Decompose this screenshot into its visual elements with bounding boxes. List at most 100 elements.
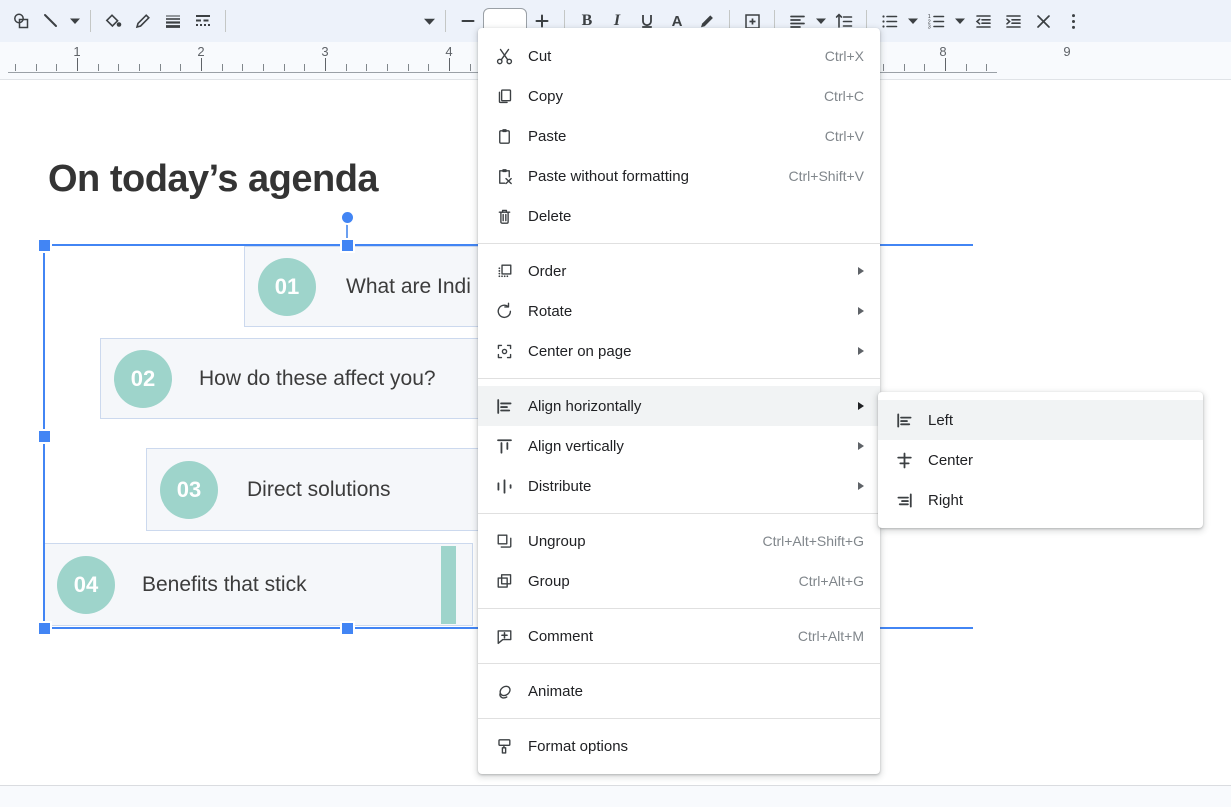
agenda-item-label: What are Indi [346,274,471,298]
align-vertically-icon [492,434,516,458]
menu-item-label: Paste [528,127,567,145]
clear-formatting-icon[interactable] [1028,6,1058,36]
ruler-tick [387,64,388,71]
line-dropdown-caret-icon[interactable] [66,6,83,36]
selection-handle-middle-left[interactable] [37,429,52,444]
menu-item-align-horizontally[interactable]: Align horizontally [478,386,880,426]
context-menu[interactable]: Cut Ctrl+X Copy Ctrl+C Paste Ctrl+V Paste with… [478,28,880,774]
menu-item-cut[interactable]: Cut Ctrl+X [478,36,880,76]
menu-item-label: Order [528,262,567,280]
ruler-tick [304,64,305,71]
copy-icon [492,84,516,108]
submenu-item-label: Left [928,411,954,429]
menu-item-order[interactable]: Order [478,251,880,291]
delete-icon [492,204,516,228]
increase-indent-icon[interactable] [998,6,1028,36]
agenda-accent-bar [441,546,456,624]
agenda-number-label: 01 [274,273,300,299]
menu-item-distribute[interactable]: Distribute [478,466,880,506]
ruler-tick [222,64,223,71]
ruler-tick [986,64,987,71]
menu-item-format-options[interactable]: Format options [478,726,880,766]
align-center-icon [892,448,916,472]
ruler-tick [201,58,202,71]
menu-item-delete[interactable]: Delete [478,196,880,236]
page-title[interactable]: On today’s agenda [48,158,379,201]
rotation-handle[interactable] [340,210,355,225]
agenda-item-label: How do these affect you? [199,366,436,390]
menu-item-label: Ungroup [528,532,586,550]
ruler-tick [470,64,471,71]
menu-item-comment[interactable]: Comment Ctrl+Alt+M [478,616,880,656]
menu-separator [478,663,880,664]
menu-item-copy[interactable]: Copy Ctrl+C [478,76,880,116]
menu-item-align-vertically[interactable]: Align vertically [478,426,880,466]
animate-icon [492,679,516,703]
menu-item-group[interactable]: Group Ctrl+Alt+G [478,561,880,601]
menu-item-center-on-page[interactable]: Center on page [478,331,880,371]
paste-without-formatting-icon [492,164,516,188]
selection-handle-bottom-center[interactable] [340,621,355,636]
submenu-arrow-icon [858,347,864,355]
menu-separator [478,608,880,609]
selection-handle-bottom-left[interactable] [37,621,52,636]
ruler-tick [36,64,37,71]
numbered-list-icon[interactable]: 1 2 3 [921,6,951,36]
ruler-number: 8 [939,44,947,59]
agenda-item-04[interactable]: 04 Benefits that stick [43,543,473,626]
ruler-tick [346,64,347,71]
line-icon[interactable] [36,6,66,36]
agenda-item-03[interactable]: 03 Direct solutions [146,448,491,531]
ruler-tick [924,64,925,71]
align-horizontally-submenu[interactable]: Left Center Right [878,392,1203,528]
submenu-item-right[interactable]: Right [878,480,1203,520]
menu-item-ungroup[interactable]: Ungroup Ctrl+Alt+Shift+G [478,521,880,561]
menu-separator [478,243,880,244]
border-dash-icon[interactable] [188,6,218,36]
numbered-list-caret-icon[interactable] [951,6,968,36]
format-options-icon [492,734,516,758]
decrease-indent-icon[interactable] [968,6,998,36]
menu-separator [478,513,880,514]
menu-item-label: Align horizontally [528,397,642,415]
agenda-item-02[interactable]: 02 How do these affect you? [100,338,490,419]
ruler-tick [904,64,905,71]
agenda-number-label: 03 [176,476,202,502]
submenu-item-center[interactable]: Center [878,440,1203,480]
ruler-tick [118,64,119,71]
border-weight-icon[interactable] [158,6,188,36]
menu-item-paste-without-formatting[interactable]: Paste without formatting Ctrl+Shift+V [478,156,880,196]
toolbar-divider [445,10,446,32]
ruler-number: 9 [1063,44,1071,59]
rotate-icon [492,299,516,323]
ruler-tick [242,64,243,71]
ruler-tick [325,58,326,71]
agenda-number-label: 02 [130,365,156,391]
menu-item-label: Center on page [528,342,632,360]
font-family-caret-icon[interactable] [421,6,438,36]
menu-item-label: Distribute [528,477,592,495]
menu-item-label: Align vertically [528,437,624,455]
selection-handle-top-center[interactable] [340,238,355,253]
selection-handle-top-left[interactable] [37,238,52,253]
distribute-icon [492,474,516,498]
menu-separator [478,378,880,379]
select-shape-icon[interactable] [6,6,36,36]
menu-item-rotate[interactable]: Rotate [478,291,880,331]
fill-color-icon[interactable] [98,6,128,36]
menu-item-label: Copy [528,87,564,105]
bulleted-list-caret-icon[interactable] [904,6,921,36]
agenda-number-label: 04 [73,571,99,597]
status-bar [0,786,1231,807]
ruler-tick [408,64,409,71]
svg-text:3: 3 [927,24,930,30]
menu-item-shortcut: Ctrl+C [823,88,864,104]
border-color-icon[interactable] [128,6,158,36]
menu-item-animate[interactable]: Animate [478,671,880,711]
more-options-icon[interactable] [1058,6,1088,36]
group-icon [492,569,516,593]
menu-item-paste[interactable]: Paste Ctrl+V [478,116,880,156]
center-on-page-icon [492,339,516,363]
menu-item-label: Delete [528,207,572,225]
submenu-item-left[interactable]: Left [878,400,1203,440]
